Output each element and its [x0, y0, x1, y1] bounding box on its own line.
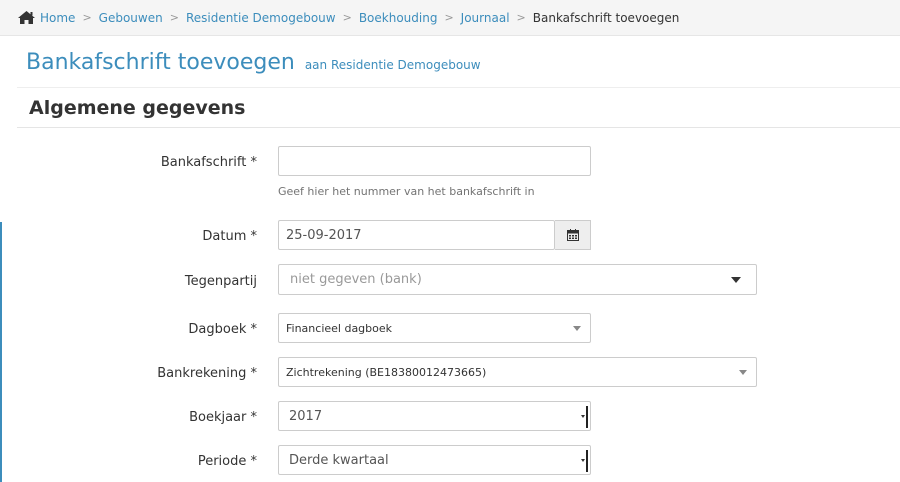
select-arrow-icon: [578, 446, 588, 476]
boekjaar-label: Boekjaar *: [189, 410, 257, 425]
dagboek-value: Financieel dagboek: [286, 321, 393, 335]
breadcrumb: Home > Gebouwen > Residentie Demogebouw …: [0, 0, 900, 36]
periode-label: Periode *: [197, 454, 257, 469]
boekjaar-select[interactable]: 2017: [278, 401, 591, 431]
periode-select[interactable]: Derde kwartaal: [278, 445, 591, 475]
datum-label: Datum *: [202, 229, 257, 244]
bankafschrift-label: Bankafschrift *: [160, 155, 257, 170]
tegenpartij-placeholder: niet gegeven (bank): [290, 272, 422, 287]
home-icon[interactable]: [18, 11, 35, 24]
page-subtitle: aan Residentie Demogebouw: [304, 58, 481, 72]
breadcrumb-journaal[interactable]: Journaal: [461, 11, 510, 25]
page-header: Bankafschrift toevoegen aan Residentie D…: [17, 36, 900, 88]
datum-picker-button[interactable]: [555, 220, 591, 250]
chevron-right-icon: >: [82, 11, 92, 24]
datum-input[interactable]: 25-09-2017: [278, 220, 555, 250]
chevron-down-icon: [739, 370, 747, 375]
breadcrumb-home[interactable]: Home: [40, 11, 75, 25]
tegenpartij-label: Tegenpartij: [184, 274, 257, 289]
breadcrumb-building[interactable]: Residentie Demogebouw: [186, 11, 336, 25]
dagboek-select[interactable]: Financieel dagboek: [278, 313, 591, 343]
left-accent-rule: [0, 222, 2, 482]
chevron-right-icon: >: [516, 11, 526, 24]
chevron-down-icon: [573, 326, 581, 331]
bankrekening-select[interactable]: Zichtrekening (BE18380012473665): [278, 357, 757, 387]
select-arrow-icon: [578, 402, 588, 432]
breadcrumb-current: Bankafschrift toevoegen: [532, 10, 680, 25]
section-title: Algemene gegevens: [17, 97, 900, 128]
periode-value: Derde kwartaal: [289, 452, 389, 468]
datum-value: 25-09-2017: [286, 227, 362, 243]
boekjaar-value: 2017: [289, 408, 323, 424]
bankrekening-value: Zichtrekening (BE18380012473665): [286, 365, 487, 379]
bankrekening-label: Bankrekening *: [157, 366, 257, 381]
bankafschrift-help: Geef hier het nummer van het bankafschri…: [278, 185, 535, 198]
tegenpartij-select[interactable]: niet gegeven (bank): [278, 264, 757, 295]
chevron-right-icon: >: [342, 11, 352, 24]
breadcrumb-gebouwen[interactable]: Gebouwen: [99, 11, 163, 25]
chevron-right-icon: >: [169, 11, 179, 24]
bankafschrift-input[interactable]: [278, 146, 591, 176]
chevron-down-icon: [731, 277, 741, 283]
page-title: Bankafschrift toevoegen: [26, 50, 295, 75]
chevron-right-icon: >: [444, 11, 454, 24]
dagboek-label: Dagboek *: [188, 322, 257, 337]
breadcrumb-boekhouding[interactable]: Boekhouding: [359, 11, 438, 25]
calendar-icon: [566, 229, 579, 241]
